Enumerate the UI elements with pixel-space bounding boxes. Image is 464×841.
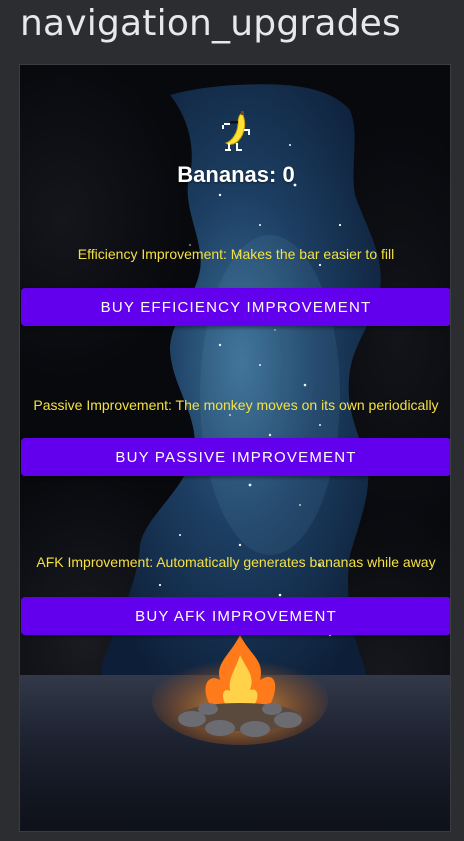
buy-afk-button[interactable]: BUY AFK IMPROVEMENT (21, 597, 450, 635)
app-screen: Bananas: 0 Efficiency Improvement: Makes… (19, 64, 451, 832)
buy-efficiency-button[interactable]: BUY EFFICIENCY IMPROVEMENT (21, 288, 450, 326)
banana-counter: Bananas: 0 (177, 162, 295, 187)
afk-upgrade-description: AFK Improvement: Automatically generates… (36, 554, 436, 570)
passive-upgrade-description: Passive Improvement: The monkey moves on… (33, 397, 439, 413)
dancing-banana-icon (222, 111, 250, 151)
page-title: navigation_upgrades (20, 3, 401, 44)
efficiency-upgrade-description: Efficiency Improvement: Makes the bar ea… (77, 246, 395, 262)
buy-passive-button[interactable]: BUY PASSIVE IMPROVEMENT (21, 438, 450, 476)
upgrades-panel: Bananas: 0 Efficiency Improvement: Makes… (20, 65, 450, 831)
